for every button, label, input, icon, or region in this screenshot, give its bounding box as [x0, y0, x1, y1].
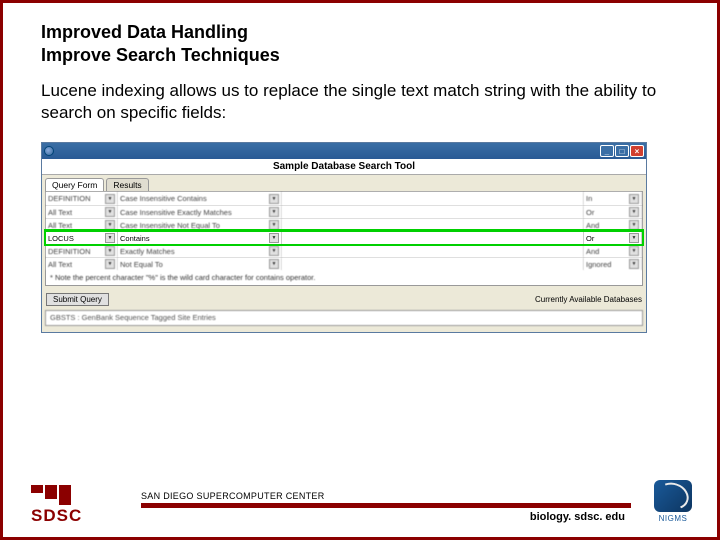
footer-caption: SAN DIEGO SUPERCOMPUTER CENTER — [141, 491, 631, 501]
chevron-down-icon[interactable]: ▼ — [269, 207, 279, 217]
operator-select[interactable]: Case Insensitive Contains ▼ — [118, 192, 282, 205]
field-select-label: LOCUS — [48, 234, 74, 243]
connector-select-label: Or — [586, 234, 594, 243]
field-select[interactable]: All Text ▼ — [46, 219, 118, 231]
chevron-down-icon[interactable]: ▼ — [105, 246, 115, 256]
sdsc-logo-bars — [31, 485, 123, 505]
chevron-down-icon[interactable]: ▼ — [105, 220, 115, 230]
chevron-down-icon[interactable]: ▼ — [105, 207, 115, 217]
value-input[interactable] — [282, 219, 584, 231]
chevron-down-icon[interactable]: ▼ — [269, 194, 279, 204]
connector-select[interactable]: And ▼ — [584, 245, 642, 257]
window-buttons: _ □ × — [600, 145, 644, 157]
operator-select-label: Case Insensitive Contains — [120, 194, 207, 203]
operator-select-label: Exactly Matches — [120, 247, 175, 256]
connector-select[interactable]: In ▼ — [584, 192, 642, 205]
chevron-down-icon[interactable]: ▼ — [629, 194, 639, 204]
value-input[interactable] — [282, 232, 584, 244]
connector-select[interactable]: Ignored ▼ — [584, 258, 642, 270]
operator-select[interactable]: Case Insensitive Not Equal To ▼ — [118, 219, 282, 231]
footer-middle: SAN DIEGO SUPERCOMPUTER CENTER biology. … — [123, 491, 639, 523]
sdsc-logo: SDSC — [31, 487, 123, 523]
chevron-down-icon[interactable]: ▼ — [629, 246, 639, 256]
chevron-down-icon[interactable]: ▼ — [105, 259, 115, 269]
connector-select[interactable]: Or ▼ — [584, 206, 642, 218]
field-select-label: All Text — [48, 221, 72, 230]
connector-select-label: In — [586, 194, 592, 203]
connector-select-label: Ignored — [586, 260, 611, 269]
connector-select[interactable]: Or ▼ — [584, 232, 642, 244]
operator-select[interactable]: Contains ▼ — [118, 232, 282, 244]
body-text: Lucene indexing allows us to replace the… — [41, 80, 679, 124]
field-select[interactable]: All Text ▼ — [46, 258, 118, 270]
field-select-label: All Text — [48, 208, 72, 217]
operator-select[interactable]: Not Equal To ▼ — [118, 258, 282, 270]
footer-url: biology. sdsc. edu — [141, 511, 631, 523]
chevron-down-icon[interactable]: ▼ — [105, 233, 115, 243]
value-input[interactable] — [282, 192, 584, 205]
field-select-label: All Text — [48, 260, 72, 269]
connector-select[interactable]: And ▼ — [584, 219, 642, 231]
chevron-down-icon[interactable]: ▼ — [629, 220, 639, 230]
database-entry: GBSTS : GenBank Sequence Tagged Site Ent… — [45, 310, 643, 326]
field-select[interactable]: DEFINITION ▼ — [46, 245, 118, 257]
nigms-logo-mark — [654, 480, 692, 512]
query-row: All Text▼Case Insensitive Not Equal To▼A… — [46, 218, 642, 231]
value-input[interactable] — [282, 206, 584, 218]
titlebar: _ □ × — [42, 143, 646, 159]
content-area: Improved Data Handling Improve Search Te… — [3, 3, 717, 333]
query-row: All Text▼Case Insensitive Exactly Matche… — [46, 205, 642, 218]
operator-select[interactable]: Exactly Matches ▼ — [118, 245, 282, 257]
chevron-down-icon[interactable]: ▼ — [105, 194, 115, 204]
tabs: Query Form Results — [42, 175, 646, 191]
title-line-1: Improved Data Handling — [41, 21, 679, 44]
slide: Improved Data Handling Improve Search Te… — [0, 0, 720, 540]
chevron-down-icon[interactable]: ▼ — [269, 233, 279, 243]
maximize-button[interactable]: □ — [615, 145, 629, 157]
tab-results[interactable]: Results — [106, 178, 148, 191]
databases-label: Currently Available Databases — [535, 295, 642, 304]
query-row: DEFINITION ▼ Case Insensitive Contains ▼ In ▼ — [46, 192, 642, 205]
operator-select-label: Case Insensitive Not Equal To — [120, 221, 220, 230]
chevron-down-icon[interactable]: ▼ — [269, 220, 279, 230]
query-row: LOCUS ▼ Contains ▼ Or ▼ — [46, 231, 642, 244]
value-input[interactable] — [282, 245, 584, 257]
chevron-down-icon[interactable]: ▼ — [629, 207, 639, 217]
app-window: _ □ × Sample Database Search Tool Query … — [41, 142, 647, 333]
field-select[interactable]: All Text ▼ — [46, 206, 118, 218]
query-row: DEFINITION ▼ Exactly Matches ▼ And ▼ — [46, 244, 642, 257]
operator-select[interactable]: Case Insensitive Exactly Matches ▼ — [118, 206, 282, 218]
app-icon — [44, 146, 54, 156]
field-select[interactable]: LOCUS ▼ — [46, 232, 118, 244]
connector-select-label: Or — [586, 208, 594, 217]
operator-select-label: Not Equal To — [120, 260, 163, 269]
wildcard-note: * Note the percent character "%" is the … — [46, 270, 642, 285]
tab-query-form[interactable]: Query Form — [45, 178, 104, 191]
app-caption: Sample Database Search Tool — [42, 159, 646, 175]
field-select-label: DEFINITION — [48, 247, 91, 256]
minimize-button[interactable]: _ — [600, 145, 614, 157]
operator-select-label: Contains — [120, 234, 150, 243]
submit-row: Submit Query Currently Available Databas… — [42, 289, 646, 310]
title-line-2: Improve Search Techniques — [41, 44, 679, 67]
submit-query-button[interactable]: Submit Query — [46, 293, 109, 306]
chevron-down-icon[interactable]: ▼ — [629, 259, 639, 269]
field-select[interactable]: DEFINITION ▼ — [46, 192, 118, 205]
nigms-logo: NIGMS — [649, 480, 697, 523]
sdsc-logo-text: SDSC — [31, 506, 123, 526]
close-button[interactable]: × — [630, 145, 644, 157]
connector-select-label: And — [586, 247, 599, 256]
chevron-down-icon[interactable]: ▼ — [269, 246, 279, 256]
nigms-logo-text: NIGMS — [659, 514, 688, 523]
footer-rule — [141, 503, 631, 508]
query-row: All Text ▼ Not Equal To ▼ Ignored ▼ — [46, 257, 642, 270]
footer: SDSC SAN DIEGO SUPERCOMPUTER CENTER biol… — [3, 480, 717, 523]
chevron-down-icon[interactable]: ▼ — [629, 233, 639, 243]
value-input[interactable] — [282, 258, 584, 270]
operator-select-label: Case Insensitive Exactly Matches — [120, 208, 232, 217]
connector-select-label: And — [586, 221, 599, 230]
query-panel: DEFINITION ▼ Case Insensitive Contains ▼ In ▼… — [45, 191, 643, 286]
field-select-label: DEFINITION — [48, 194, 91, 203]
chevron-down-icon[interactable]: ▼ — [269, 259, 279, 269]
